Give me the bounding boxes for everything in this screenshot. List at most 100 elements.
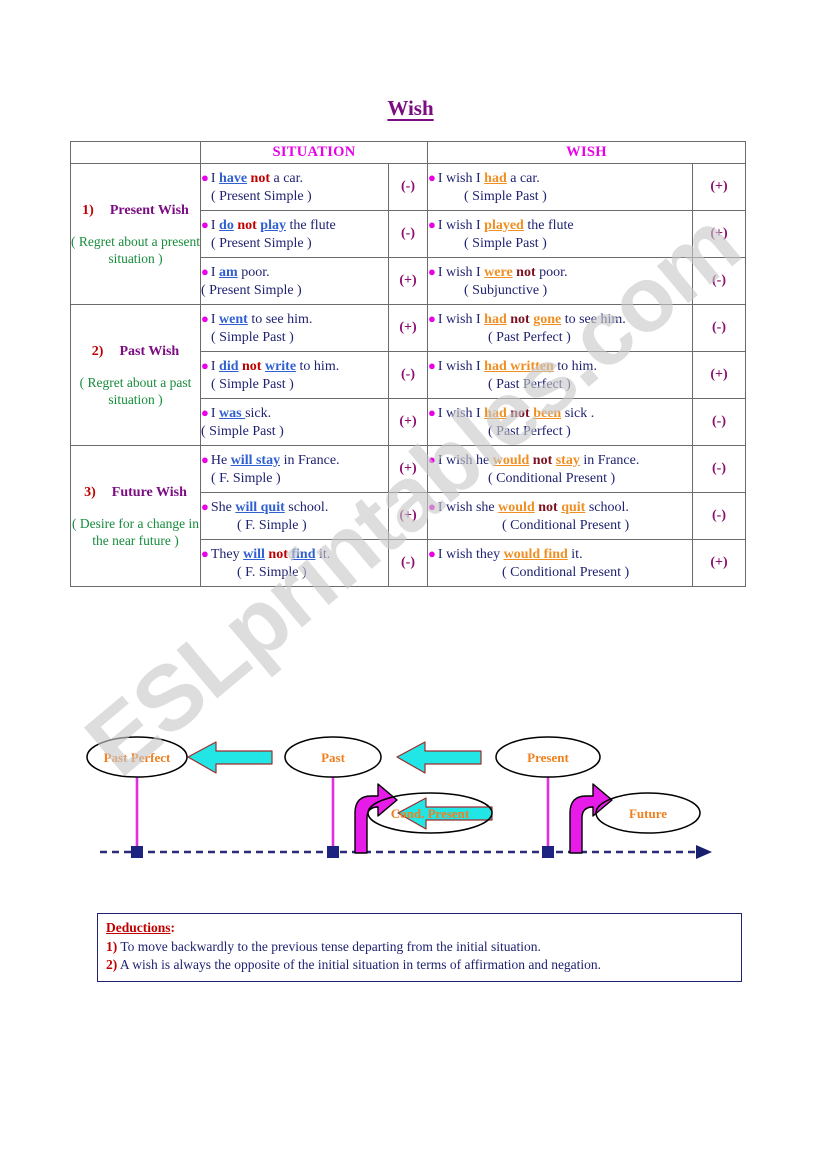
tense-label: ( Simple Past ) (211, 376, 294, 392)
tense-label: ( F. Simple ) (237, 517, 307, 533)
sentence-pre: I wish she (437, 499, 499, 515)
bullet-icon: ● (428, 545, 436, 561)
situation-cell: ● I am poor. ( Present Simple ) (200, 257, 389, 305)
table-row: 3) Future Wish ( Desire for a change in … (70, 445, 747, 587)
situation-sign: (+) (387, 398, 429, 446)
wish-sign: (-) (692, 445, 747, 493)
deductions-heading: Deductions: (106, 919, 733, 938)
wish-sign: (+) (692, 210, 747, 258)
bullet-icon: ● (428, 404, 436, 420)
sentence-pre: They (210, 546, 244, 562)
situation-cell: ● I was sick. ( Simple Past ) (200, 398, 389, 446)
situation-sign: (-) (387, 351, 429, 399)
timeline-marker-past-perfect (131, 846, 143, 858)
situation-sign: (-) (387, 210, 429, 258)
highlight-verb: do (219, 217, 234, 233)
header-wish: WISH (427, 141, 747, 164)
node-label-future: Future (629, 806, 667, 821)
wish-table: SITUATION WISH 1) Present Wish ( Regret … (70, 141, 747, 587)
sentence-pre: I wish I (437, 264, 485, 280)
tense-label: ( Conditional Present ) (488, 470, 616, 486)
highlight-verb: would (492, 452, 530, 468)
negation-word: not (532, 452, 553, 468)
wish-sign: (-) (692, 257, 747, 305)
bullet-icon: ● (201, 404, 209, 420)
wish-sign: (-) (692, 304, 747, 352)
section-name: Present Wish (109, 203, 189, 218)
highlight-verb: had (484, 405, 507, 421)
header-blank (70, 141, 201, 164)
tense-label: ( Present Simple ) (201, 282, 302, 298)
highlight-verb: did (219, 358, 239, 374)
highlight-verb: went (219, 311, 248, 327)
highlight-verb: will (243, 546, 265, 562)
bullet-icon: ● (201, 216, 209, 232)
deduction-number: 1) (106, 938, 118, 954)
sentence-post: it. (567, 546, 583, 562)
highlight-verb: had (484, 170, 507, 186)
bullet-icon: ● (428, 310, 436, 326)
wish-cell: ● I wish I had not been sick . ( Past Per… (427, 398, 694, 446)
sentence-pre: I wish they (437, 546, 504, 562)
header-situation: SITUATION (199, 141, 429, 164)
tense-label: ( Simple Past ) (464, 188, 547, 204)
deduction-item: 1) To move backwardly to the previous te… (106, 938, 733, 957)
highlight-verb: had (484, 311, 507, 327)
deduction-number: 2) (106, 957, 118, 972)
negation-word: not (250, 170, 270, 186)
negation-word: not (510, 405, 530, 421)
highlight-verb: played (484, 217, 524, 233)
timeline-arrowhead-icon (696, 845, 712, 859)
highlight-verb: were (484, 264, 513, 280)
sentence-post: a car. (269, 170, 304, 186)
sentence-post-2: it. (315, 546, 331, 562)
situation-cell: ● They will not find it. ( F. Simple ) (200, 539, 389, 587)
sentence-post: to him. (553, 358, 597, 374)
tense-label: ( Simple Past ) (464, 235, 547, 251)
wish-cell: ● I wish I were not poor. ( Subjunctive ) (427, 257, 694, 305)
deduction-text: To move backwardly to the previous tense… (117, 938, 541, 954)
bullet-icon: ● (428, 169, 436, 185)
tense-timeline-diagram: Past Perfect Past Present Cond. Present … (86, 736, 712, 859)
highlight-verb-2: quit (561, 499, 586, 515)
sentence-post: sick. (245, 405, 272, 421)
situation-sign: (+) (387, 445, 429, 493)
highlight-verb: will quit (235, 499, 285, 515)
sentence-pre: I wish I (437, 217, 485, 233)
sentence-post-2: to see him. (561, 311, 626, 327)
highlight-verb: have (219, 170, 248, 186)
sentence-pre: I (210, 405, 220, 421)
bullet-icon: ● (201, 357, 209, 373)
situation-sign: (+) (387, 304, 429, 352)
wish-cell: ● I wish I had not gone to see him. ( Pas… (427, 304, 694, 352)
section-label-past-wish: 2) Past Wish ( Regret about a past situa… (70, 304, 201, 446)
sentence-post-2: in France. (579, 452, 640, 468)
sentence-post-2: school. (585, 499, 629, 515)
sentence-pre: I wish I (437, 358, 485, 374)
wish-cell: ● I wish they would find it. ( Conditiona… (427, 539, 694, 587)
sentence-pre: I (210, 264, 220, 280)
bullet-icon: ● (201, 263, 209, 279)
section-description: ( Regret about a present situation ) (71, 234, 200, 266)
highlight-verb: will stay (230, 452, 281, 468)
wish-cell: ● I wish she would not quit school. ( Con… (427, 492, 694, 540)
wish-sign: (+) (692, 163, 747, 211)
sentence-post: poor. (237, 264, 270, 280)
tense-label: ( Past Perfect ) (488, 329, 571, 345)
node-label-past-perfect: Past Perfect (104, 750, 171, 765)
highlight-verb: was (219, 405, 246, 421)
table-row: 1) Present Wish ( Regret about a present… (70, 163, 747, 305)
highlight-verb-2: been (533, 405, 562, 421)
wish-sign: (+) (692, 351, 747, 399)
sentence-pre: I (210, 217, 220, 233)
timeline-marker-present (542, 846, 554, 858)
section-number: 3) (84, 485, 96, 500)
deduction-text: A wish is always the opposite of the ini… (117, 957, 602, 972)
page-title: Wish (387, 96, 434, 120)
tense-label: ( Present Simple ) (211, 235, 312, 251)
table-row: 2) Past Wish ( Regret about a past situa… (70, 304, 747, 446)
deduction-item: 2) A wish is always the opposite of the … (106, 956, 733, 975)
section-label-present-wish: 1) Present Wish ( Regret about a present… (70, 163, 201, 305)
wish-cell: ● I wish he would not stay in France. ( C… (427, 445, 694, 493)
sentence-post-2: to him. (296, 358, 340, 374)
